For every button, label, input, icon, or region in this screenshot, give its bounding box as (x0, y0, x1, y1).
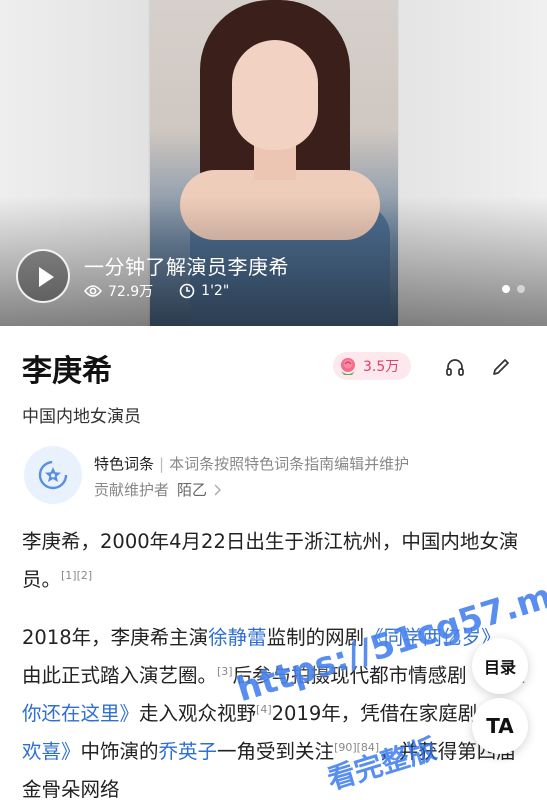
like-button[interactable]: 3.5万 (333, 352, 412, 380)
edit-pencil-icon[interactable] (490, 356, 512, 378)
reference-mark[interactable]: [3] (217, 665, 233, 678)
text-span: 2019年，凭借在家庭剧 (271, 702, 478, 725)
text-span: 中饰演的 (80, 740, 159, 763)
carousel-dot-active[interactable] (502, 285, 510, 293)
link-xu-jinglei[interactable]: 徐静蕾 (208, 626, 267, 649)
clock-icon (179, 283, 195, 299)
carousel-dot[interactable] (517, 285, 525, 293)
featured-entry-line: 特色词条 | 本词条按照特色词条指南编辑并维护 (94, 455, 410, 473)
chevron-right-icon (214, 484, 222, 495)
entry-subtitle: 中国内地女演员 (22, 407, 141, 427)
reference-mark[interactable]: [1][2] (61, 569, 92, 582)
rose-icon (341, 358, 355, 375)
play-button[interactable] (16, 249, 70, 303)
entry-title: 李庚希 (22, 354, 112, 389)
video-duration: 1'2" (201, 283, 230, 299)
video-views: 72.9万 (108, 284, 154, 300)
text-span: 一角受到关注 (217, 740, 335, 763)
maintainer-label: 贡献维护者 (94, 481, 170, 499)
video-meta: 72.9万 1'2" (84, 281, 255, 301)
video-title: 一分钟了解演员李庚希 (84, 255, 289, 279)
text-span: 监制的网剧 (266, 626, 365, 649)
featured-badge-icon (24, 446, 82, 504)
text-span: 走入观众视野 (139, 702, 257, 725)
video-banner[interactable]: 一分钟了解演员李庚希 72.9万 1'2" (0, 0, 547, 326)
featured-desc: 本词条按照特色词条指南编辑并维护 (169, 455, 410, 473)
link-tongxue-liang-yi-sui[interactable]: 《同学两亿岁》 (364, 626, 491, 649)
ta-button[interactable]: TA (472, 698, 528, 754)
link-qiao-yingzi[interactable]: 乔英子 (159, 740, 218, 763)
featured-tag: 特色词条 (94, 455, 155, 473)
intro-paragraph: 李庚希，2000年4月22日出生于浙江杭州，中国内地女演员。[1][2] (22, 523, 527, 599)
eye-icon (84, 285, 102, 297)
maintainer-link[interactable]: 贡献维护者 陌乙 (94, 479, 222, 500)
reference-mark[interactable]: [4] (256, 703, 272, 716)
like-count: 3.5万 (363, 359, 400, 375)
text-span: 后参与拍摄现代都市情感剧 (232, 664, 467, 687)
carousel-dots[interactable] (495, 285, 525, 293)
play-icon (39, 267, 54, 287)
table-of-contents-button[interactable]: 目录 (472, 638, 528, 694)
maintainer-name: 陌乙 (177, 481, 208, 499)
intro-text: 李庚希，2000年4月22日出生于浙江杭州，中国内地女演员。 (22, 530, 519, 591)
career-paragraph: 2018年，李庚希主演徐静蕾监制的网剧《同学两亿岁》，由此正式踏入演艺圈。[3]… (22, 619, 527, 800)
reference-mark[interactable]: [90][84] (334, 741, 379, 754)
headphones-icon[interactable] (444, 356, 466, 378)
text-span: 2018年，李庚希主演 (22, 626, 209, 649)
